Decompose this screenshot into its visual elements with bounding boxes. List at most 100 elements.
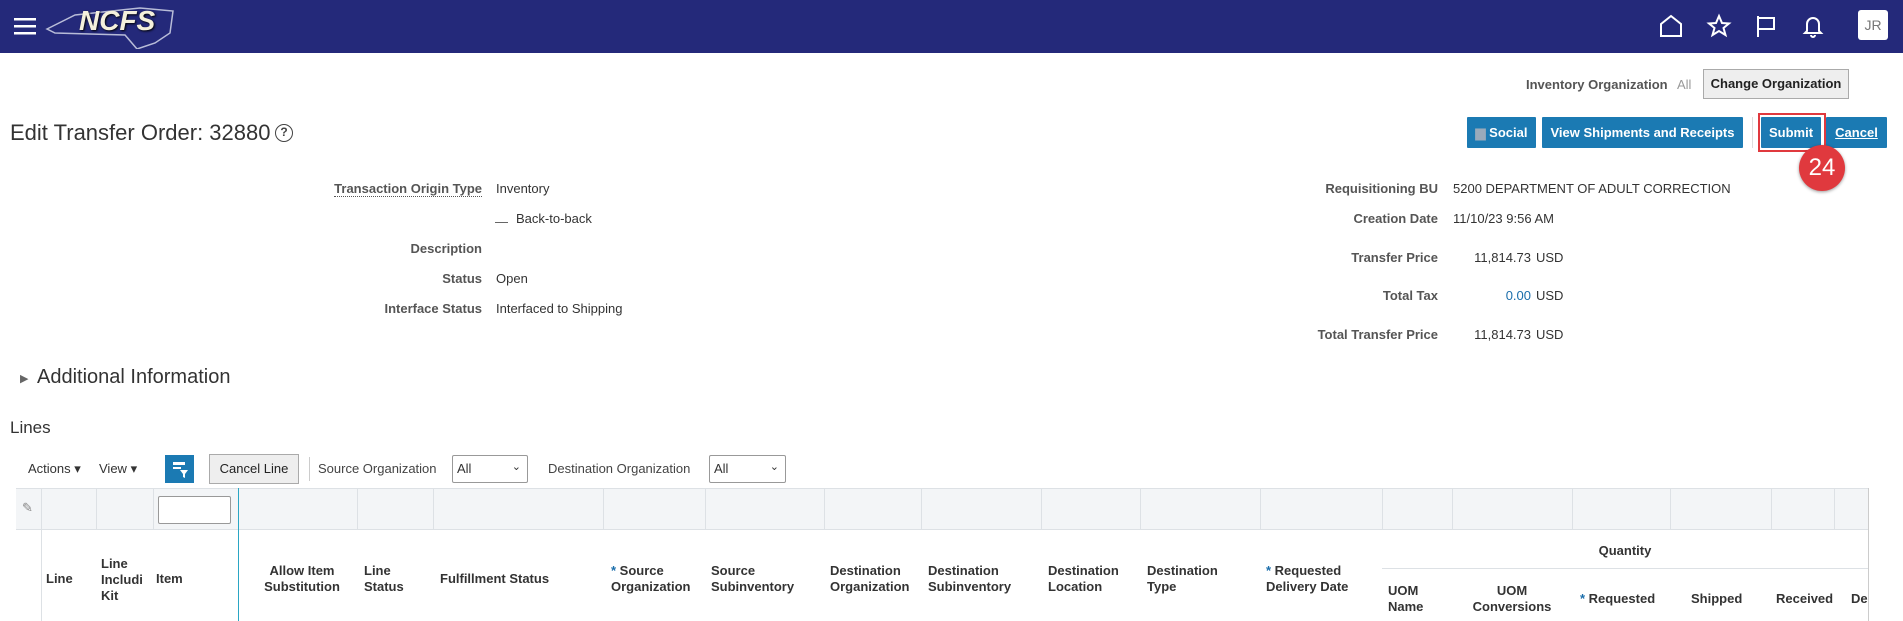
dash: [495, 222, 508, 223]
lines-title: Lines: [10, 418, 51, 437]
edit-pencil-icon[interactable]: ✎: [22, 500, 33, 516]
inventory-org-value: All: [1677, 77, 1692, 92]
source-org-select[interactable]: All ⌄: [452, 455, 528, 483]
field-value: 11/10/23 9:56 AM: [1453, 211, 1554, 226]
field-label: Interface Status: [384, 301, 482, 316]
field-value: Inventory: [496, 181, 550, 196]
column-divider: [1260, 488, 1261, 530]
column-divider: [1140, 488, 1141, 530]
field-value: Interfaced to Shipping: [496, 301, 623, 316]
col-destination-organization[interactable]: Destination Organization: [830, 563, 920, 595]
column-divider: [41, 488, 42, 530]
expand-triangle-icon[interactable]: ▶: [20, 372, 28, 385]
column-divider: [705, 488, 706, 530]
change-organization-button[interactable]: Change Organization: [1703, 69, 1849, 99]
column-divider: [357, 488, 358, 530]
menu-icon[interactable]: [14, 17, 36, 35]
top-bar: NCFS JR: [0, 0, 1903, 53]
source-org-label: Source Organization: [318, 461, 437, 476]
col-delivered[interactable]: Del: [1851, 591, 1868, 607]
ncfs-logo[interactable]: NCFS: [45, 3, 175, 49]
column-divider: [153, 488, 154, 530]
view-menu[interactable]: View ▾: [99, 461, 137, 477]
col-requested: * Requested: [1580, 591, 1656, 606]
total-tax-link[interactable]: 0.00: [1506, 288, 1531, 303]
quantity-divider: [1382, 568, 1868, 569]
col-uom-name[interactable]: UOM Name: [1388, 583, 1438, 615]
help-icon[interactable]: ?: [275, 124, 293, 142]
field-amount: 11,814.73: [1474, 250, 1531, 265]
cancel-button[interactable]: Cancel: [1826, 117, 1887, 148]
quantity-group-header: Quantity: [1598, 543, 1652, 558]
col-source-organization: * Source Organization: [611, 563, 691, 594]
field-label: Requisitioning BU: [1325, 181, 1438, 196]
column-divider: [96, 488, 97, 530]
column-divider: [433, 488, 434, 530]
dest-org-select[interactable]: All ⌄: [709, 455, 786, 483]
actions-menu[interactable]: Actions ▾: [28, 461, 81, 477]
view-shipments-button[interactable]: View Shipments and Receipts: [1542, 117, 1743, 148]
column-divider: [1572, 488, 1573, 530]
inventory-org-label: Inventory Organization: [1526, 77, 1668, 92]
col-line-status[interactable]: Line Status: [364, 563, 424, 595]
query-by-example-icon[interactable]: [165, 455, 194, 483]
column-divider: [921, 488, 922, 530]
flag-icon[interactable]: [1753, 13, 1779, 39]
scroll-edge: [1868, 488, 1869, 621]
divider: [41, 530, 42, 621]
field-currency: USD: [1536, 327, 1564, 342]
step-badge: 24: [1799, 145, 1845, 191]
filter-row: [16, 488, 1868, 530]
col-item[interactable]: Item: [156, 571, 183, 587]
field-amount: 11,814.73: [1474, 327, 1531, 342]
col-destination-subinventory[interactable]: Destination Subinventory: [928, 563, 1018, 595]
divider: [309, 457, 310, 481]
field-label: Creation Date: [1353, 211, 1438, 226]
cancel-line-button[interactable]: Cancel Line: [209, 454, 299, 484]
dest-org-label: Destination Organization: [548, 461, 691, 476]
field-currency: USD: [1536, 250, 1564, 265]
field-label: Status: [442, 271, 482, 286]
field-currency: USD: [1536, 288, 1564, 303]
column-divider: [603, 488, 604, 530]
field-value: Open: [496, 271, 528, 286]
field-label: Transfer Price: [1351, 250, 1438, 265]
divider: [1752, 117, 1753, 148]
col-requested-delivery-date: * Requested Delivery Date: [1266, 563, 1349, 594]
social-icon: ▆: [1475, 125, 1486, 140]
col-line[interactable]: Line: [46, 571, 73, 587]
chevron-down-icon: ⌄: [511, 461, 521, 473]
column-divider: [1452, 488, 1453, 530]
field-label: Total Transfer Price: [1317, 327, 1438, 342]
col-fulfillment-status[interactable]: Fulfillment Status: [440, 571, 549, 587]
chevron-down-icon: ⌄: [769, 461, 779, 473]
frozen-column-divider: [238, 488, 239, 621]
field-label: Total Tax: [1382, 288, 1438, 303]
col-received[interactable]: Received: [1776, 591, 1833, 607]
column-divider: [1041, 488, 1042, 530]
additional-information-header[interactable]: Additional Information: [37, 366, 230, 389]
col-source-subinventory[interactable]: Source Subinventory: [711, 563, 801, 595]
item-filter-input[interactable]: [158, 496, 231, 524]
field-value: Back-to-back: [516, 211, 592, 226]
column-divider: [1771, 488, 1772, 530]
col-allow-item-substitution[interactable]: Allow Item Substitution: [257, 563, 347, 595]
field-value: 5200 DEPARTMENT OF ADULT CORRECTION: [1453, 181, 1731, 196]
column-divider: [1670, 488, 1671, 530]
column-divider: [1382, 488, 1383, 530]
col-uom-conversions[interactable]: UOM Conversions: [1462, 583, 1562, 615]
social-button[interactable]: ▆ Social: [1467, 117, 1536, 148]
bell-icon[interactable]: [1800, 13, 1826, 39]
col-destination-location[interactable]: Destination Location: [1048, 563, 1128, 595]
star-icon[interactable]: [1706, 13, 1732, 39]
page-title: Edit Transfer Order: 32880: [10, 120, 271, 145]
home-icon[interactable]: [1658, 13, 1684, 39]
field-label: Description: [410, 241, 482, 256]
col-destination-type[interactable]: Destination Type: [1147, 563, 1227, 595]
field-label: Transaction Origin Type: [334, 181, 482, 197]
column-divider: [824, 488, 825, 530]
avatar[interactable]: JR: [1858, 10, 1888, 40]
col-shipped[interactable]: Shipped: [1691, 591, 1742, 607]
col-line-including-kit[interactable]: Line Includi Kit: [101, 556, 153, 604]
column-divider: [1834, 488, 1835, 530]
